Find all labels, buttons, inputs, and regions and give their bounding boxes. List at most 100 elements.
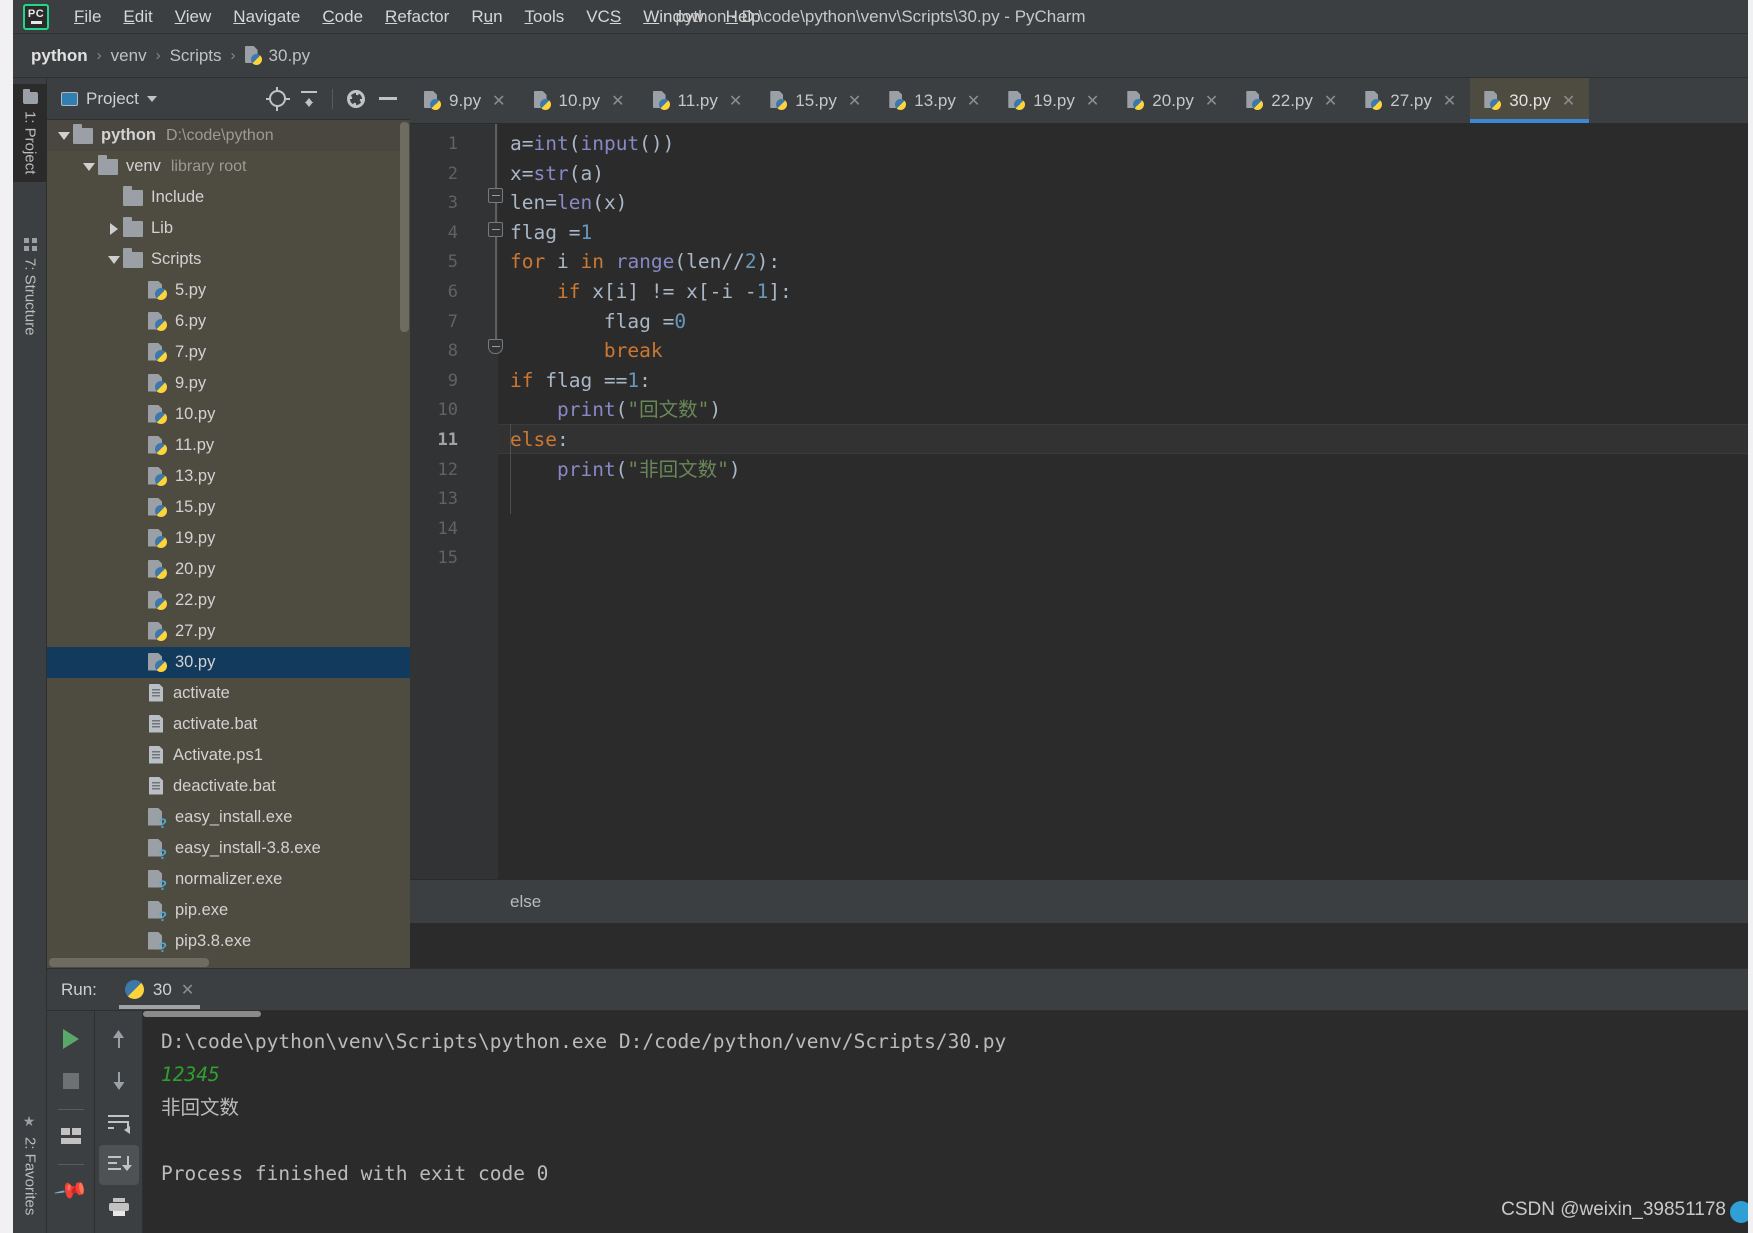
pin-icon[interactable]: 📌 <box>51 1171 91 1211</box>
stop-icon[interactable] <box>51 1061 91 1101</box>
menu-item-tools[interactable]: Tools <box>514 3 576 31</box>
tree-item-venv[interactable]: venv library root <box>47 151 410 182</box>
soft-wrap-icon[interactable] <box>99 1103 139 1143</box>
editor-tab-15-py[interactable]: 15.py ✕ <box>756 78 875 123</box>
code-text-area[interactable]: a=int(input()) x=str(a) len=len(x) flag =1 f… <box>498 124 1748 923</box>
tree-item-activate[interactable]: activate <box>47 678 410 709</box>
chevron-right-icon[interactable] <box>105 223 123 235</box>
chevron-down-icon[interactable] <box>146 95 157 102</box>
close-icon[interactable]: ✕ <box>1324 91 1337 111</box>
chevron-down-icon[interactable] <box>80 163 98 171</box>
locate-icon[interactable] <box>265 87 289 111</box>
tree-item-27-py[interactable]: 27.py <box>47 616 410 647</box>
tree-horizontal-scrollbar[interactable] <box>49 958 209 967</box>
sidebar-item-structure[interactable]: 7: Structure <box>13 230 47 344</box>
tree-item-python[interactable]: python D:\code\python <box>47 120 410 151</box>
chevron-down-icon[interactable] <box>105 256 123 264</box>
close-icon[interactable]: ✕ <box>492 91 505 111</box>
menu-item-run[interactable]: Run <box>460 3 513 31</box>
breadcrumb-item-30-py[interactable]: 30.py <box>245 46 310 66</box>
project-file-tree[interactable]: python D:\code\python venv library root Incl… <box>47 120 410 968</box>
tree-item-label: activate.bat <box>173 715 258 733</box>
code-token: ()) <box>639 132 675 155</box>
tree-item-normalizer-exe[interactable]: normalizer.exe <box>47 864 410 895</box>
run-console-output[interactable]: D:\code\python\venv\Scripts\python.exe D… <box>143 1011 1748 1233</box>
sidebar-item-favorites[interactable]: ★ 2: Favorites <box>13 1106 47 1223</box>
tree-item-deactivate-bat[interactable]: deactivate.bat <box>47 771 410 802</box>
editor-body[interactable]: 1 2 3 4 5 6 7 8 9 10 11 12 13 14 15 a=int(input()) x=st… <box>410 124 1748 923</box>
tree-item-activate-bat[interactable]: activate.bat <box>47 709 410 740</box>
collapse-all-icon[interactable] <box>297 87 321 111</box>
editor-tab-label: 15.py <box>795 90 837 110</box>
scroll-to-end-icon[interactable] <box>98 1145 139 1185</box>
sidebar-item-project[interactable]: 1: Project <box>13 84 47 183</box>
tree-vertical-scrollbar[interactable] <box>400 122 409 332</box>
tree-item-22-py[interactable]: 22.py <box>47 585 410 616</box>
editor-tab-10-py[interactable]: 10.py ✕ <box>520 78 639 123</box>
code-token: ( <box>615 457 628 481</box>
tree-item-scripts[interactable]: Scripts <box>47 244 410 275</box>
arrow-down-icon[interactable] <box>99 1061 139 1101</box>
breadcrumb-item-Scripts[interactable]: Scripts <box>170 46 222 66</box>
tree-item-5-py[interactable]: 5.py <box>47 275 410 306</box>
close-icon[interactable]: ✕ <box>1086 91 1099 111</box>
breadcrumb-item-venv[interactable]: venv <box>111 46 147 66</box>
editor-tab-9-py[interactable]: 9.py ✕ <box>410 78 520 123</box>
menu-item-file[interactable]: File <box>63 3 112 31</box>
tree-item-10-py[interactable]: 10.py <box>47 399 410 430</box>
menu-item-navigate[interactable]: Navigate <box>222 3 311 31</box>
tree-item-include[interactable]: Include <box>47 182 410 213</box>
tree-item-20-py[interactable]: 20.py <box>47 554 410 585</box>
tree-item-30-py[interactable]: 30.py <box>47 647 410 678</box>
tree-item-pip3-8-exe[interactable]: pip3.8.exe <box>47 926 410 957</box>
close-icon[interactable]: ✕ <box>1443 91 1456 111</box>
tree-item-easy-install-3-8-exe[interactable]: easy_install-3.8.exe <box>47 833 410 864</box>
editor-tab-30-py[interactable]: 30.py ✕ <box>1470 78 1590 123</box>
gear-icon[interactable] <box>344 87 368 111</box>
close-icon[interactable]: ✕ <box>1562 91 1575 111</box>
tree-item-15-py[interactable]: 15.py <box>47 492 410 523</box>
tree-item-lib[interactable]: Lib <box>47 213 410 244</box>
close-icon[interactable]: ✕ <box>611 91 624 111</box>
python-file-icon <box>1484 91 1502 110</box>
breadcrumb-item-python[interactable]: python <box>31 46 88 66</box>
rerun-icon[interactable] <box>51 1019 91 1059</box>
menu-item-view[interactable]: View <box>164 3 223 31</box>
console-scrollbar[interactable] <box>143 1011 261 1017</box>
tree-item-9-py[interactable]: 9.py <box>47 368 410 399</box>
menu-item-edit[interactable]: Edit <box>112 3 163 31</box>
tree-item-11-py[interactable]: 11.py <box>47 430 410 461</box>
menu-item-code[interactable]: Code <box>311 3 374 31</box>
close-icon[interactable]: ✕ <box>848 91 861 111</box>
arrow-up-icon[interactable] <box>99 1019 139 1059</box>
minimize-icon[interactable] <box>376 87 400 111</box>
tree-item-activate-ps1[interactable]: Activate.ps1 <box>47 740 410 771</box>
menu-item-refactor[interactable]: Refactor <box>374 3 460 31</box>
folder-icon <box>123 185 143 206</box>
chevron-down-icon[interactable] <box>55 132 73 140</box>
editor-breadcrumb-else[interactable]: else <box>498 892 541 912</box>
close-icon[interactable]: ✕ <box>729 91 742 111</box>
editor-gutter[interactable]: 1 2 3 4 5 6 7 8 9 10 11 12 13 14 15 <box>410 124 503 923</box>
tree-item-pip-exe[interactable]: pip.exe <box>47 895 410 926</box>
editor-tab-20-py[interactable]: 20.py ✕ <box>1113 78 1232 123</box>
tree-item-6-py[interactable]: 6.py <box>47 306 410 337</box>
editor-tab-27-py[interactable]: 27.py ✕ <box>1351 78 1470 123</box>
close-icon[interactable]: ✕ <box>967 91 980 111</box>
tree-item-easy-install-exe[interactable]: easy_install.exe <box>47 802 410 833</box>
layout-icon[interactable] <box>51 1116 91 1156</box>
tree-item-13-py[interactable]: 13.py <box>47 461 410 492</box>
editor-tab-19-py[interactable]: 19.py ✕ <box>994 78 1113 123</box>
code-token: : <box>639 368 651 392</box>
menu-item-vcs[interactable]: VCS <box>575 3 632 31</box>
tree-item-19-py[interactable]: 19.py <box>47 523 410 554</box>
run-configuration-tab[interactable]: 30 ✕ <box>113 969 206 1011</box>
editor-tab-13-py[interactable]: 13.py ✕ <box>875 78 994 123</box>
close-icon[interactable]: ✕ <box>1205 91 1218 111</box>
tree-item-7-py[interactable]: 7.py <box>47 337 410 368</box>
editor-tab-22-py[interactable]: 22.py ✕ <box>1232 78 1351 123</box>
editor-tab-11-py[interactable]: 11.py ✕ <box>639 78 757 123</box>
print-icon[interactable] <box>99 1187 139 1227</box>
close-icon[interactable]: ✕ <box>181 980 194 1000</box>
